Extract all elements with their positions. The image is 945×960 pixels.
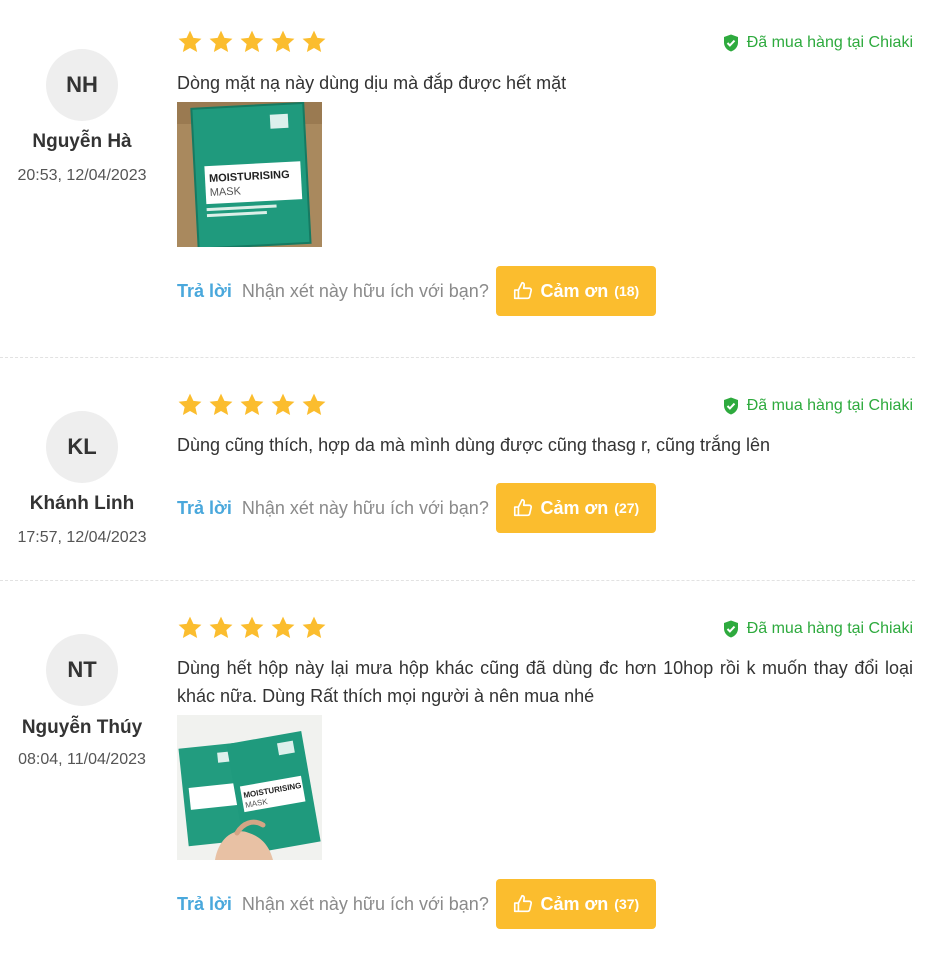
verified-label: Đã mua hàng tại Chiaki (746, 397, 913, 414)
shield-check-icon (723, 620, 739, 638)
review-text: Dòng mặt nạ này dùng dịu mà đắp được hết… (177, 73, 567, 93)
star-icon (207, 391, 235, 419)
author-name: Nguyễn Hà (32, 131, 132, 152)
thanks-count: (27) (614, 500, 640, 516)
thanks-count: (37) (614, 896, 640, 912)
star-icon (300, 391, 328, 419)
star-icon (207, 28, 235, 56)
thanks-label: Cảm ơn (540, 497, 609, 518)
thanks-label: Cảm ơn (540, 893, 609, 914)
thanks-button[interactable]: Cảm ơn (37) (495, 879, 656, 929)
star-icon (269, 28, 297, 56)
thanks-button[interactable]: Cảm ơn (27) (495, 483, 656, 533)
star-icon (176, 391, 204, 419)
shield-check-icon (723, 34, 739, 52)
star-rating (176, 614, 328, 642)
star-icon (176, 28, 204, 56)
review-actions: Trả lời Nhận xét này hữu ích với bạn? Cả… (177, 879, 656, 929)
star-icon (176, 614, 204, 642)
star-icon (269, 391, 297, 419)
verified-purchase-badge: Đã mua hàng tại Chiaki (723, 34, 913, 52)
avatar: NH (46, 49, 118, 121)
star-rating (176, 28, 328, 56)
star-icon (300, 28, 328, 56)
review-photo[interactable]: MOISTURISING MASK (177, 715, 322, 860)
reply-link[interactable]: Trả lời (177, 281, 232, 302)
thumbs-up-icon (512, 497, 534, 519)
author-name: Nguyễn Thúy (21, 717, 143, 738)
star-rating (176, 391, 328, 419)
avatar: KL (46, 411, 118, 483)
verified-purchase-badge: Đã mua hàng tại Chiaki (723, 620, 913, 638)
review-actions: Trả lời Nhận xét này hữu ích với bạn? Cả… (177, 483, 656, 533)
verified-label: Đã mua hàng tại Chiaki (746, 34, 913, 51)
review-date: 20:53, 12/04/2023 (17, 167, 147, 184)
thumbs-up-icon (512, 893, 534, 915)
shield-check-icon (723, 397, 739, 415)
star-icon (207, 614, 235, 642)
author-name: Khánh Linh (29, 493, 135, 514)
thumbs-up-icon (512, 280, 534, 302)
review-text: Dùng hết hộp này lại mưa hộp khác cũng đ… (177, 658, 913, 706)
product-sub: MASK (209, 185, 241, 199)
helpful-prompt: Nhận xét này hữu ích với bạn? (241, 280, 489, 301)
reply-link[interactable]: Trả lời (177, 498, 232, 519)
review-text: Dùng cũng thích, hợp da mà mình dùng đượ… (177, 435, 771, 455)
star-icon (238, 28, 266, 56)
review-divider (0, 580, 915, 581)
star-icon (269, 614, 297, 642)
reply-link[interactable]: Trả lời (177, 894, 232, 915)
star-icon (300, 614, 328, 642)
thanks-count: (18) (614, 283, 640, 299)
verified-purchase-badge: Đã mua hàng tại Chiaki (723, 397, 913, 415)
star-icon (238, 391, 266, 419)
star-icon (238, 614, 266, 642)
thanks-label: Cảm ơn (540, 280, 609, 301)
review-date: 17:57, 12/04/2023 (17, 529, 147, 546)
review-actions: Trả lời Nhận xét này hữu ích với bạn? Cả… (177, 266, 656, 316)
thanks-button[interactable]: Cảm ơn (18) (495, 266, 656, 316)
helpful-prompt: Nhận xét này hữu ích với bạn? (241, 497, 489, 518)
review-date: 08:04, 11/04/2023 (18, 751, 146, 768)
review-divider (0, 357, 915, 358)
helpful-prompt: Nhận xét này hữu ích với bạn? (241, 893, 489, 914)
avatar: NT (46, 634, 118, 706)
review-photo[interactable]: MOISTURISING MASK (177, 102, 322, 247)
verified-label: Đã mua hàng tại Chiaki (746, 620, 913, 637)
